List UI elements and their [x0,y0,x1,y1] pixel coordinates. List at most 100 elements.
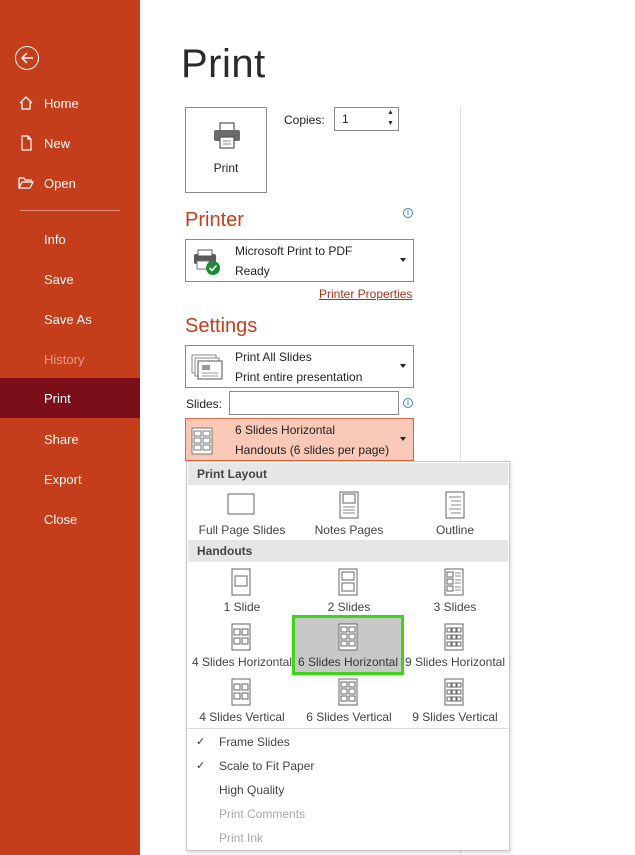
backstage-sidebar: Home New Open Info Save Save As History … [0,0,140,855]
notes-pages-icon [339,491,359,519]
printer-properties-link[interactable]: Printer Properties [319,287,412,301]
sidebar-item-export[interactable]: Export [0,459,140,499]
two-slides-handout-icon [338,568,358,596]
option-print-comments: Print Comments [187,802,509,826]
slides-input[interactable] [229,391,399,415]
three-slides-handout-icon [444,568,464,596]
layout-desc: Handouts (6 slides per page) [235,443,390,457]
back-arrow-icon[interactable] [15,46,39,70]
full-page-slides-icon [227,493,255,515]
tile-label: 9 Slides Vertical [412,710,498,724]
copies-spinner[interactable]: ▲ ▼ [383,108,398,130]
sidebar-item-label: Export [44,471,82,487]
sidebar-item-label: Open [44,175,76,191]
tile-label: 6 Slides Horizontal [297,655,399,669]
sidebar-item-print[interactable]: Print [0,378,140,418]
nine-slides-vertical-icon [444,678,464,706]
four-slides-horizontal-icon [231,623,251,651]
tile-6-slides-horizontal[interactable]: 6 Slides Horizontal [292,615,404,675]
tile-notes-pages[interactable]: Notes Pages [295,489,403,545]
nine-slides-horizontal-icon [444,623,464,651]
new-document-icon [21,135,32,151]
option-label: Print Comments [219,807,306,821]
print-layout-header: Print Layout [188,463,508,485]
outline-icon [445,491,465,519]
tile-label: Full Page Slides [198,523,286,537]
sidebar-item-label: Print [44,390,71,406]
printer-status: Ready [235,264,270,278]
home-icon [19,96,33,110]
tile-1-slide[interactable]: 1 Slide [188,566,296,622]
print-range-dropdown[interactable]: Print All Slides Print entire presentati… [185,345,414,388]
sidebar-item-info[interactable]: Info [0,219,140,259]
tile-label: Outline [435,523,475,537]
tile-6-slides-vertical[interactable]: 6 Slides Vertical [295,676,403,732]
tile-label: 9 Slides Horizontal [404,655,506,669]
tile-4-slides-horizontal[interactable]: 4 Slides Horizontal [188,621,296,677]
sidebar-item-open[interactable]: Open [0,163,140,203]
tile-9-slides-horizontal[interactable]: 9 Slides Horizontal [401,621,509,677]
tile-label: 1 Slide [223,600,261,614]
option-scale-to-fit-paper[interactable]: ✓ Scale to Fit Paper [187,754,509,778]
slides-label: Slides: [186,397,223,411]
sidebar-item-share[interactable]: Share [0,419,140,459]
info-icon[interactable]: i [403,398,413,408]
printer-ready-icon [194,249,220,275]
slides-stack-icon [191,354,223,380]
option-print-ink: Print Ink [187,826,509,850]
six-slides-horizontal-icon [338,623,358,651]
printer-icon [214,122,240,149]
six-slides-vertical-icon [338,678,358,706]
tile-9-slides-vertical[interactable]: 9 Slides Vertical [401,676,509,732]
tile-3-slides[interactable]: 3 Slides [401,566,509,622]
print-layout-dropdown[interactable]: 6 Slides Horizontal Handouts (6 slides p… [185,418,414,461]
sidebar-item-home[interactable]: Home [0,83,140,123]
checkmark-icon: ✓ [196,760,206,772]
tile-label: 4 Slides Vertical [199,710,285,724]
menu-divider [188,728,508,729]
print-layout-menu: Print Layout Full Page Slides Notes Page… [186,461,510,851]
printer-name: Microsoft Print to PDF [235,244,353,258]
sidebar-item-label: Save [44,271,74,287]
tile-outline[interactable]: Outline [401,489,509,545]
print-range-desc: Print entire presentation [235,370,363,384]
sidebar-item-save-as[interactable]: Save As [0,299,140,339]
print-button[interactable]: Print [185,107,267,193]
tile-label: 3 Slides [433,600,477,614]
tile-label: 6 Slides Vertical [306,710,392,724]
sidebar-item-label: Save As [44,311,92,327]
printer-heading: Printer [185,209,244,231]
caret-down-icon [400,258,406,262]
one-slide-handout-icon [231,568,251,596]
sidebar-item-label: Share [44,431,79,447]
tile-label: 2 Slides [327,600,371,614]
tile-label: Notes Pages [314,523,384,537]
sidebar-item-label: Home [44,95,79,111]
open-folder-icon [18,177,34,189]
caret-down-icon [400,437,406,441]
sidebar-item-label: Info [44,231,66,247]
sidebar-item-label: History [44,351,85,367]
info-icon[interactable]: i [403,208,413,218]
tile-4-slides-vertical[interactable]: 4 Slides Vertical [188,676,296,732]
printer-dropdown[interactable]: Microsoft Print to PDF Ready [185,239,414,282]
sidebar-divider [20,210,120,211]
sidebar-item-close[interactable]: Close [0,499,140,539]
option-frame-slides[interactable]: ✓ Frame Slides [187,730,509,754]
copies-label: Copies: [284,113,325,127]
checkmark-icon: ✓ [196,736,206,748]
tile-2-slides[interactable]: 2 Slides [295,566,403,622]
option-label: High Quality [219,783,285,797]
print-button-label: Print [213,161,239,175]
option-label: Frame Slides [219,735,290,749]
caret-down-icon [400,364,406,368]
tile-full-page-slides[interactable]: Full Page Slides [188,489,296,545]
sidebar-item-label: Close [44,511,78,527]
spin-down-icon[interactable]: ▼ [387,120,394,127]
sidebar-item-label: New [44,135,71,151]
sidebar-item-save[interactable]: Save [0,259,140,299]
option-high-quality[interactable]: High Quality [187,778,509,802]
sidebar-item-new[interactable]: New [0,123,140,163]
spin-up-icon[interactable]: ▲ [387,109,394,116]
print-range-title: Print All Slides [235,350,312,364]
